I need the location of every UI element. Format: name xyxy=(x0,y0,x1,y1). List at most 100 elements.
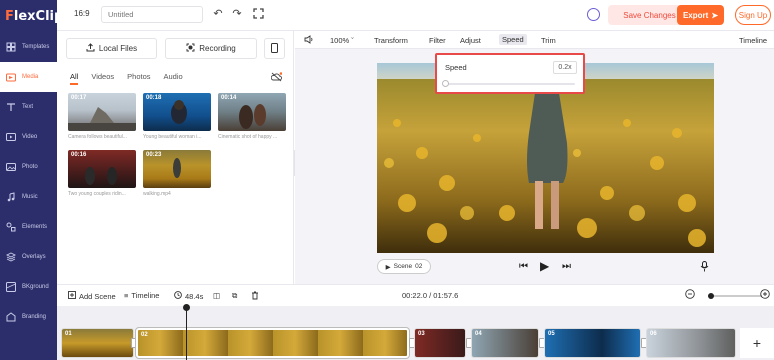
timeline-clip[interactable]: 04 xyxy=(471,328,539,358)
media-caption: Young beautiful woman i... xyxy=(143,134,202,140)
export-label: Export xyxy=(682,10,709,20)
sidebar-item-text[interactable]: Text xyxy=(0,92,57,122)
tool-filter[interactable]: Filter xyxy=(429,36,446,45)
speed-value-input[interactable]: 0.2x xyxy=(553,61,577,74)
sidebar-item-label: Elements xyxy=(22,224,48,230)
zoom-slider-handle[interactable] xyxy=(707,293,714,299)
phone-upload-button[interactable] xyxy=(264,38,285,59)
sidebar-item-overlays[interactable]: Overlays xyxy=(0,242,57,272)
media-thumbnail[interactable]: 00:18 xyxy=(143,93,211,131)
speed-popup: Speed 0.2x xyxy=(435,53,585,94)
timeline-controls: Add Scene ≡ Timeline 48.4s ◫ ⧉ 00:22.0 /… xyxy=(57,284,774,306)
duration-label: 00:23 xyxy=(146,152,162,158)
sidebar-item-label: Video xyxy=(22,134,38,140)
duplicate-icon[interactable]: ⧉ xyxy=(232,291,237,301)
sidebar-item-media[interactable]: Media xyxy=(0,62,57,92)
sidebar-item-label: Music xyxy=(22,194,38,200)
sidebar-item-label: Branding xyxy=(22,314,47,320)
export-button[interactable]: Export ➤ xyxy=(677,5,724,25)
previous-icon[interactable]: ⏮ xyxy=(519,261,528,272)
speed-slider[interactable] xyxy=(442,80,575,87)
tool-transform[interactable]: Transform xyxy=(374,36,408,45)
sidebar-item-background[interactable]: BKground xyxy=(0,272,57,302)
microphone-icon[interactable] xyxy=(700,261,709,275)
redo-icon[interactable]: ↷ xyxy=(231,8,243,20)
clip-number: 03 xyxy=(418,331,425,337)
timeline-clip[interactable]: 02 xyxy=(135,327,410,359)
timeline-view-button[interactable]: ≡ Timeline xyxy=(124,291,159,300)
sidebar-item-label: Overlays xyxy=(22,254,46,260)
media-tabs: All Videos Photos Audio xyxy=(70,72,196,85)
media-caption: walking.mp4 xyxy=(143,191,171,197)
aspect-ratio-selector[interactable]: 16:9 xyxy=(74,9,90,18)
playhead-handle[interactable] xyxy=(183,304,190,311)
timeline-track: 01 02 03 04 05 06 + xyxy=(57,304,774,360)
media-thumbnail[interactable]: 00:23 xyxy=(143,150,211,188)
media-caption: Cinematic shot of happy ... xyxy=(218,134,278,140)
split-icon[interactable]: ◫ xyxy=(213,291,220,300)
sidebar-item-label: Templates xyxy=(22,44,50,50)
zoom-in-icon[interactable] xyxy=(760,289,770,299)
media-thumbnail[interactable]: 00:14 xyxy=(218,93,286,131)
phone-icon xyxy=(271,42,278,55)
scene-selector[interactable]: ▶ Scene 02 xyxy=(377,259,431,274)
delete-icon[interactable] xyxy=(251,291,259,300)
play-icon[interactable]: ▶ xyxy=(540,259,549,273)
add-clip-button[interactable]: + xyxy=(740,328,774,358)
timeline-zoom-slider[interactable] xyxy=(707,293,762,299)
sidebar-item-elements[interactable]: Elements xyxy=(0,212,57,242)
tab-audio[interactable]: Audio xyxy=(164,72,183,85)
duration-value: 48.4s xyxy=(185,291,204,301)
tab-photos[interactable]: Photos xyxy=(127,72,150,85)
duration-display[interactable]: 48.4s xyxy=(174,291,203,301)
timeline-clip[interactable]: 03 xyxy=(414,328,466,358)
music-icon xyxy=(6,192,16,202)
local-files-label: Local Files xyxy=(98,44,138,53)
tab-all[interactable]: All xyxy=(70,72,79,85)
next-icon[interactable]: ⏭ xyxy=(562,261,571,272)
media-caption: Camera follows beautiful... xyxy=(68,134,127,140)
message-icon[interactable] xyxy=(587,8,600,21)
tool-speed[interactable]: Speed xyxy=(499,34,527,45)
timeline-clip[interactable]: 06 xyxy=(646,328,736,358)
project-title-input[interactable] xyxy=(101,6,203,23)
duration-label: 00:18 xyxy=(146,95,162,101)
add-scene-button[interactable]: Add Scene xyxy=(68,291,116,301)
sidebar-item-templates[interactable]: Templates xyxy=(0,32,57,62)
sidebar-item-video[interactable]: Video xyxy=(0,122,57,152)
fullscreen-icon[interactable] xyxy=(252,8,264,20)
sidebar-item-branding[interactable]: Branding xyxy=(0,302,57,332)
timeline-clip[interactable]: 01 xyxy=(61,328,134,358)
sidebar-item-label: BKground xyxy=(22,284,49,290)
sidebar-item-music[interactable]: Music xyxy=(0,182,57,212)
cloud-off-icon[interactable] xyxy=(270,72,283,84)
clip-number: 06 xyxy=(650,331,657,337)
background-icon xyxy=(6,282,16,292)
top-bar: 16:9 ↶ ↷ Save Changes Export ➤ Sign Up xyxy=(57,0,774,31)
sidebar-item-photo[interactable]: Photo xyxy=(0,152,57,182)
tool-adjust[interactable]: Adjust xyxy=(460,36,481,45)
zoom-dropdown[interactable]: 100% ˇ xyxy=(330,36,354,45)
clip-number: 05 xyxy=(548,331,555,337)
playhead[interactable] xyxy=(183,304,190,360)
media-thumbnail[interactable]: 00:17 xyxy=(68,93,136,131)
volume-icon[interactable] xyxy=(304,35,314,46)
timeline-toggle[interactable]: Timeline xyxy=(739,36,767,45)
timeline-icon: ≡ xyxy=(124,291,129,300)
speed-slider-handle[interactable] xyxy=(442,80,449,87)
media-thumbnail[interactable]: 00:16 xyxy=(68,150,136,188)
local-files-button[interactable]: Local Files xyxy=(66,38,157,59)
arrow-right-icon: ➤ xyxy=(711,10,719,20)
undo-icon[interactable]: ↶ xyxy=(212,8,224,20)
branding-icon xyxy=(6,312,16,322)
zoom-out-icon[interactable] xyxy=(685,289,695,299)
timeline-clip[interactable]: 05 xyxy=(544,328,641,358)
sidebar-item-label: Text xyxy=(22,104,34,110)
add-scene-label: Add Scene xyxy=(79,291,116,301)
flexclip-logo[interactable]: FlexClip xyxy=(0,0,63,32)
recording-button[interactable]: Recording xyxy=(165,38,257,59)
sign-up-button[interactable]: Sign Up xyxy=(735,5,771,25)
tab-videos[interactable]: Videos xyxy=(91,72,114,85)
tool-trim[interactable]: Trim xyxy=(541,36,556,45)
timeline-label: Timeline xyxy=(131,291,160,300)
